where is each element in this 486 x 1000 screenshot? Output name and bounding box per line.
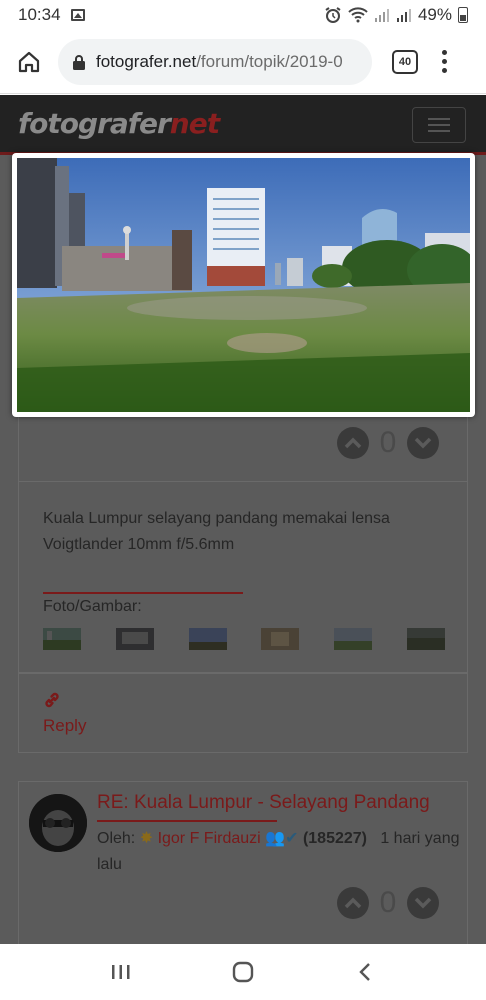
more-vert-icon[interactable] [440,50,448,73]
chevron-down-icon [414,897,432,909]
chevron-up-icon [344,897,362,909]
reply-meta: Oleh: ✸ Igor F Firdauzi 👥✔ (185227) 1 ha… [97,826,463,878]
vote-count: 0 [379,886,397,919]
back-button[interactable] [345,952,385,992]
browser-toolbar: fotografer.net/forum/topik/2019-0 40 [0,30,486,94]
chevron-up-icon [344,437,362,449]
post-body-card: Kuala Lumpur selayang pandang memakai le… [18,481,468,673]
signal-icon-2 [396,9,411,22]
downvote-button[interactable] [407,887,439,919]
rank-icon: ✸ [139,830,154,847]
back-chevron-icon [359,963,370,981]
url-path: /forum/topik/2019-0 [196,51,343,71]
nav-toggle-button[interactable] [412,107,466,143]
home-nav-button[interactable] [223,952,263,992]
android-nav-bar [0,944,486,1000]
photo-thumbnail[interactable] [261,628,300,650]
status-time: 10:34 [18,5,61,24]
battery-icon [458,7,468,23]
verified-icon: ✔ [285,830,299,847]
reply-link[interactable]: Reply [43,716,86,736]
site-logo[interactable]: fotografernet [18,107,220,140]
battery-percent: 49% [417,5,452,24]
downvote-button[interactable] [407,427,439,459]
avatar[interactable] [29,794,87,852]
photo-thumbnail[interactable] [334,628,373,650]
site-header: fotografernet [0,95,486,155]
url-domain: fotografer.net [96,51,197,71]
post-vote-row: 0 [337,426,439,460]
divider [97,820,277,822]
tab-switcher-button[interactable]: 40 [392,49,418,74]
alarm-icon [325,7,341,23]
photo-thumbnails [43,628,445,650]
user-points: (185227) [302,830,367,847]
reply-title-link[interactable]: RE: Kuala Lumpur - Selayang Pandang [97,792,430,814]
upvote-button[interactable] [337,427,369,459]
reply-vote-row: 0 [337,886,439,920]
author-link[interactable]: Igor F Firdauzi [158,830,261,847]
link-icon [45,692,59,708]
vote-count: 0 [379,426,397,459]
wifi-icon [348,7,368,23]
gallery-notification-icon [70,9,85,21]
home-circle-icon [232,961,254,983]
divider [43,592,243,594]
photo-thumbnail[interactable] [188,628,227,650]
home-icon [18,51,40,72]
user-gear-icon: 👥 [265,830,286,847]
recent-apps-button[interactable] [101,952,141,992]
by-label: Oleh: [97,830,136,847]
lightbox-image[interactable] [12,153,475,417]
home-button[interactable] [14,47,44,77]
reply-post-card: RE: Kuala Lumpur - Selayang Pandang Oleh… [18,781,468,944]
address-bar[interactable]: fotografer.net/forum/topik/2019-0 [58,38,372,85]
upvote-button[interactable] [337,887,369,919]
signal-icon-1 [374,9,389,22]
status-bar: 10:34 49% [0,0,486,30]
post-body-text: Kuala Lumpur selayang pandang memakai le… [43,510,390,553]
post-footer: Reply [18,673,468,753]
photo-thumbnail[interactable] [43,628,81,650]
photo-thumbnail[interactable] [115,628,154,650]
lock-icon [73,54,85,70]
photos-label: Foto/Gambar: [43,598,142,615]
photo-thumbnail[interactable] [406,628,445,650]
photo-kuala-lumpur [17,158,470,412]
chevron-down-icon [414,437,432,449]
recents-icon [112,965,130,979]
